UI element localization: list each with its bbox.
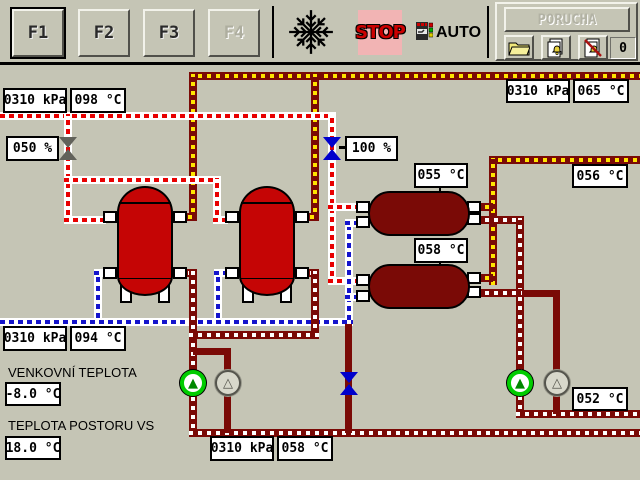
pipe-stub <box>173 267 187 279</box>
valve-position-indicator: 050 % <box>6 136 59 161</box>
folder-icon <box>508 39 530 56</box>
pipe-stub <box>103 211 117 223</box>
alarm-bell-page-icon <box>546 38 566 58</box>
pipe-segment <box>345 221 353 320</box>
pump-right-standby[interactable]: △ <box>544 370 570 396</box>
pipe-stub <box>103 267 117 279</box>
heat-exchanger-1 <box>368 191 470 236</box>
pipe-stub <box>225 211 239 223</box>
pressure-indicator: 0310 kPa <box>3 326 67 351</box>
temperature-indicator: 094 °C <box>70 326 126 351</box>
snowflake-icon <box>286 7 336 57</box>
temperature-indicator: 058 °C <box>414 238 468 263</box>
boiler-tank-1 <box>117 186 173 296</box>
shutoff-valve-bottom[interactable] <box>340 372 358 395</box>
pipe-segment <box>0 318 353 326</box>
f4-button[interactable]: F4 <box>208 9 260 57</box>
pipe-segment <box>189 331 319 339</box>
control-valve-left[interactable] <box>59 137 77 160</box>
pump-right-running[interactable]: ▲ <box>507 370 533 396</box>
temperature-indicator: 056 °C <box>572 164 628 188</box>
alarm-counter: 0 <box>610 37 636 59</box>
toolbar: F1 F2 F3 F4 STOP <box>0 0 640 65</box>
temperature-indicator: -8.0 °C <box>5 382 61 406</box>
f1-button[interactable]: F1 <box>12 9 64 57</box>
auto-mode-icon <box>416 22 433 40</box>
pipe-segment <box>0 112 336 120</box>
room-temp-caption: TEPLOTA POSTORU VS <box>8 418 154 433</box>
boiler-tank-2 <box>239 186 295 296</box>
pump-left-standby[interactable]: △ <box>215 370 241 396</box>
hmi-screen: F1 F2 F3 F4 STOP <box>0 0 640 480</box>
stop-indicator: STOP <box>358 10 402 55</box>
alarm-bell-muted-page-icon <box>583 38 603 58</box>
pump-triangle-icon: ▲ <box>515 377 525 390</box>
temperature-indicator: 058 °C <box>277 436 333 461</box>
pipe-stub <box>295 267 309 279</box>
alarm-log-button[interactable] <box>504 35 534 60</box>
pipe-segment <box>189 74 197 221</box>
pump-triangle-icon: △ <box>552 377 562 390</box>
porucha-button[interactable]: PORUCHA <box>504 7 630 32</box>
pump-triangle-icon: △ <box>223 377 233 390</box>
valve-position-indicator: 100 % <box>345 136 398 161</box>
alarm-ack-button[interactable] <box>541 35 571 60</box>
alarm-panel: PORUCHA <box>495 2 638 61</box>
temperature-indicator: 055 °C <box>414 163 468 188</box>
alarm-mute-button[interactable] <box>578 35 608 60</box>
auto-indicator: AUTO <box>436 24 481 42</box>
toolbar-divider <box>487 6 489 58</box>
pipe-segment <box>311 271 319 337</box>
pipe-stub <box>225 267 239 279</box>
pipe-segment <box>94 271 102 318</box>
temperature-indicator: 052 °C <box>572 387 628 411</box>
temperature-indicator: 098 °C <box>70 88 126 113</box>
pipe-segment <box>516 410 640 418</box>
pipe-segment <box>64 176 221 184</box>
pressure-indicator: 0310 kPa <box>506 79 570 103</box>
toolbar-divider <box>272 6 274 58</box>
pipe-stub <box>295 211 309 223</box>
outdoor-temp-caption: VENKOVNÍ TEPLOTA <box>8 365 137 380</box>
pressure-indicator: 0310 kPa <box>3 88 67 113</box>
heat-exchanger-2 <box>368 264 470 309</box>
pressure-indicator: 0310 kPa <box>210 436 274 461</box>
pipe-segment <box>311 74 319 221</box>
pipe-segment <box>64 114 72 224</box>
temperature-indicator: 18.0 °C <box>5 436 61 460</box>
pipe-segment <box>489 156 640 164</box>
pipe-segment <box>476 289 524 297</box>
f3-button[interactable]: F3 <box>143 9 195 57</box>
f2-button[interactable]: F2 <box>78 9 130 57</box>
pipe-segment <box>64 216 106 224</box>
pump-left-running[interactable]: ▲ <box>180 370 206 396</box>
pump-triangle-icon: ▲ <box>188 377 198 390</box>
pipe-segment <box>214 271 222 318</box>
control-valve-mid[interactable] <box>323 137 341 160</box>
temperature-indicator: 065 °C <box>573 79 629 103</box>
pipe-stub <box>173 211 187 223</box>
